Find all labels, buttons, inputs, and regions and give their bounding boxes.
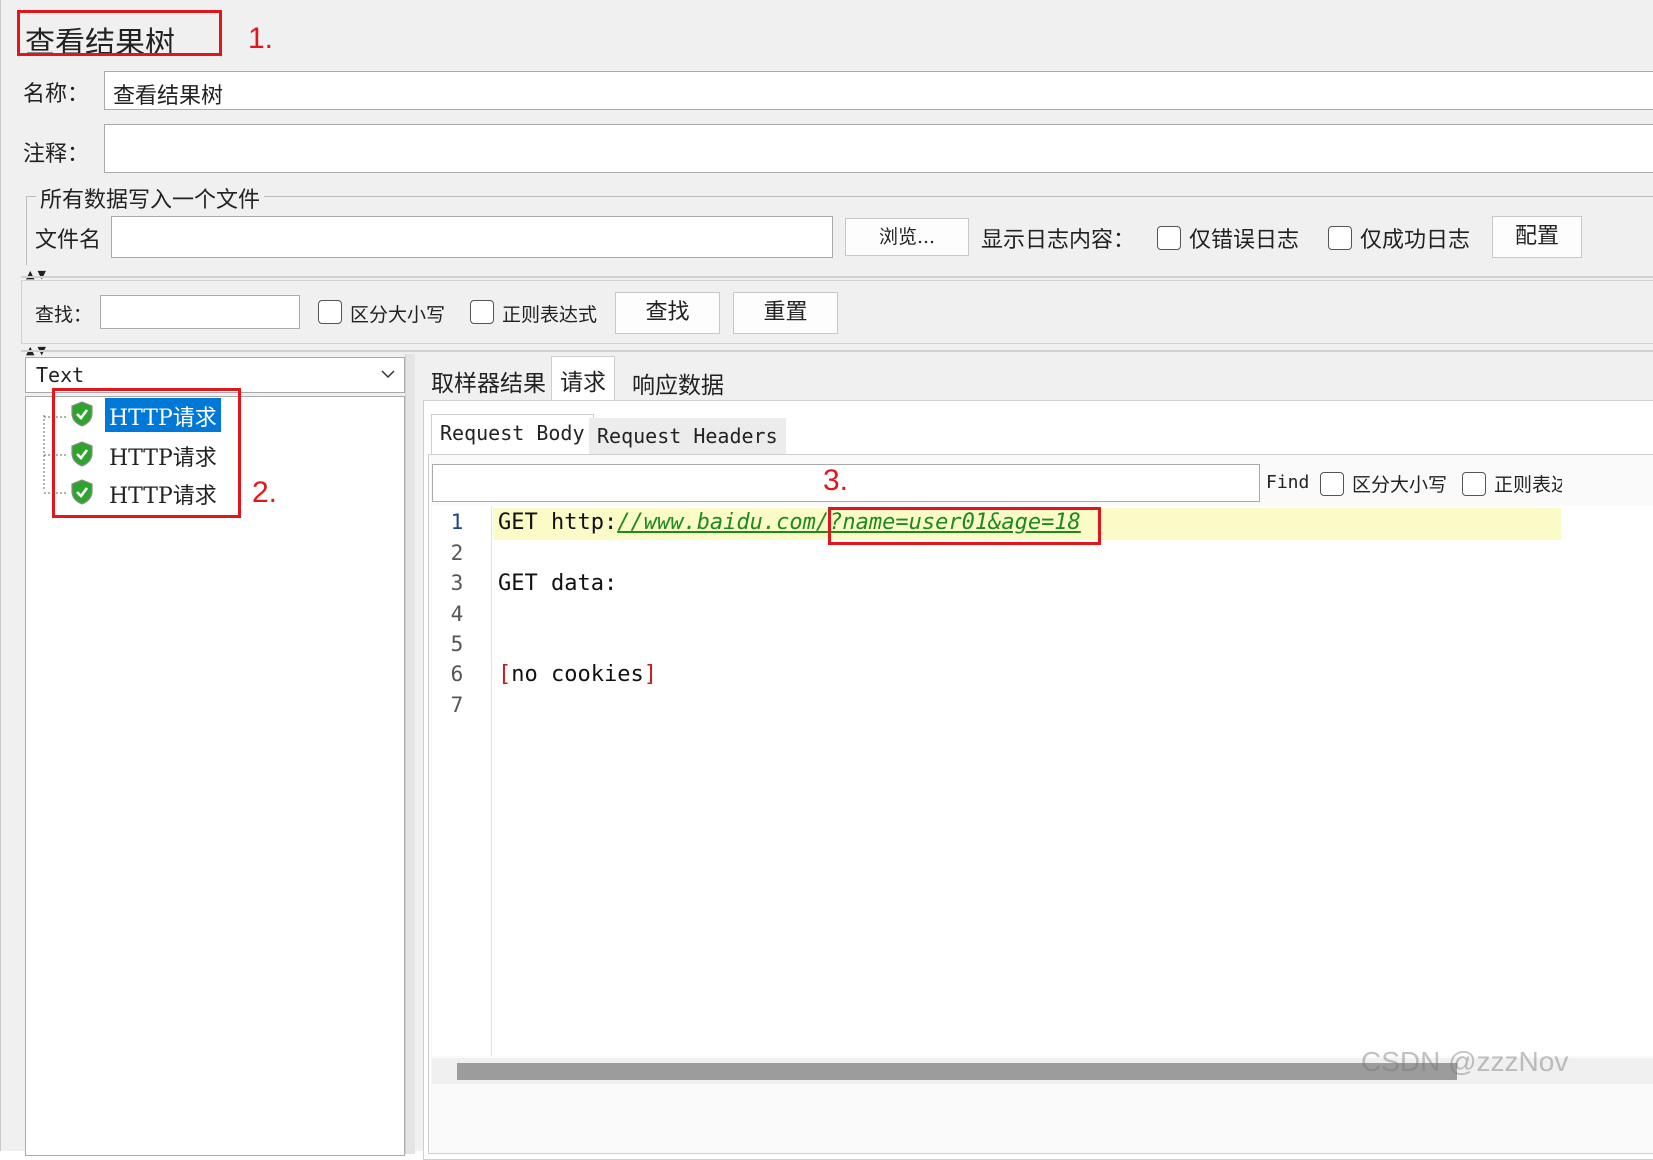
search-case-checkbox[interactable]: [318, 300, 342, 324]
tab-request[interactable]: 请求: [551, 356, 615, 400]
line-number: 4: [450, 602, 464, 626]
line-number: 5: [450, 632, 464, 656]
reset-button[interactable]: 重置: [733, 292, 838, 334]
search-regex-checkbox[interactable]: [470, 300, 494, 324]
request-url-link[interactable]: //www.baidu.com/: [617, 510, 829, 535]
find-bar-case-label: 区分大小写: [1352, 474, 1448, 496]
code-line-3: GET data:: [498, 571, 618, 596]
annotation-label-2: 2.: [252, 476, 278, 509]
search-regex-label: 正则表达式: [502, 304, 598, 326]
name-label: 名称：: [23, 82, 90, 107]
success-only-label: 仅成功日志: [1360, 228, 1471, 253]
name-field-value: 查看结果树: [113, 84, 224, 109]
annotation-box-1: [17, 10, 222, 56]
config-button[interactable]: 配置: [1492, 216, 1582, 258]
file-section-legend: 所有数据写入一个文件: [36, 182, 265, 214]
comment-field[interactable]: [104, 124, 1653, 173]
vertical-splitter[interactable]: [405, 354, 415, 1154]
line-number: 6: [450, 662, 464, 686]
search-label: 查找：: [35, 304, 93, 326]
annotation-box-3: [828, 507, 1101, 545]
annotation-box-2: [52, 388, 241, 518]
comment-field-value: [105, 125, 1653, 137]
annotation-label-3: 3.: [823, 464, 849, 497]
find-bar-regex-checkbox[interactable]: [1462, 472, 1486, 496]
tab-request-body[interactable]: Request Body: [431, 414, 594, 454]
search-case-label: 区分大小写: [350, 304, 446, 326]
request-method-text: GET http:: [498, 510, 618, 535]
find-bar-regex-label: 正则表达: [1494, 474, 1562, 496]
code-line-6: [no cookies]: [498, 662, 657, 687]
view-results-tree-panel: 查看结果树 1. 名称： 查看结果树 注释： 所有数据写入一个文件 文件名 浏览…: [0, 0, 1653, 1160]
no-cookies-text: no cookies: [511, 662, 644, 687]
search-input[interactable]: [100, 295, 300, 329]
browse-button[interactable]: 浏览...: [845, 218, 969, 256]
filename-field[interactable]: [111, 216, 833, 258]
tab-sampler-result[interactable]: 取样器结果: [423, 358, 554, 404]
chevron-down-icon: [381, 370, 395, 379]
bracket-open: [: [498, 662, 512, 687]
scrollbar-thumb[interactable]: [457, 1063, 1457, 1080]
line-number: 7: [450, 693, 464, 717]
find-bar-label: Find: [1266, 472, 1310, 493]
line-number: 2: [450, 541, 464, 565]
splitter-line-2: [21, 350, 1653, 352]
errors-only-checkbox[interactable]: [1157, 226, 1181, 250]
comment-label: 注释：: [23, 142, 90, 167]
renderer-selected-value: Text: [36, 363, 85, 387]
line-number: 3: [450, 571, 464, 595]
tab-request-headers[interactable]: Request Headers: [589, 418, 786, 454]
errors-only-label: 仅错误日志: [1189, 228, 1300, 253]
watermark-text: CSDN @zzzNov: [1361, 1046, 1569, 1077]
log-content-label: 显示日志内容：: [981, 228, 1136, 253]
name-field[interactable]: 查看结果树: [104, 71, 1653, 110]
find-bar-case-checkbox[interactable]: [1320, 472, 1344, 496]
find-button[interactable]: 查找: [615, 292, 720, 334]
annotation-label-1: 1.: [248, 22, 274, 55]
search-input-value: [101, 296, 299, 304]
filename-label: 文件名: [35, 228, 102, 253]
success-only-checkbox[interactable]: [1328, 226, 1352, 250]
line-number: 1: [450, 510, 464, 534]
filename-field-value: [112, 217, 832, 229]
bracket-close: ]: [643, 662, 657, 687]
splitter-line: [21, 276, 1653, 278]
